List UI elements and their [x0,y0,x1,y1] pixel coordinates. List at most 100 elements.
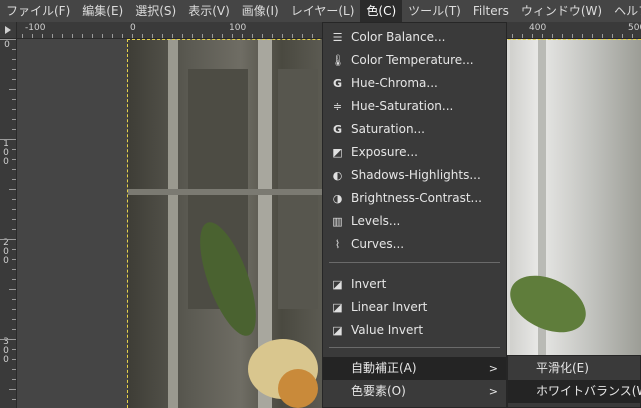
hruler-label: -100 [25,23,46,33]
menu-item-label: Invert [351,277,387,291]
ruler-tick [42,34,43,38]
ruler-tick [542,34,543,38]
menu-tools[interactable]: ツール(T) [402,0,467,22]
ruler-tick [262,34,263,38]
flower-center [278,369,318,408]
ruler-tick [9,289,16,290]
vruler-label: 100 [3,139,9,167]
menu-item-label: Value Invert [351,323,424,337]
hruler-label: 0 [130,23,136,33]
ruler-tick [12,129,16,130]
ruler-tick [9,389,16,390]
menu-item-levels[interactable]: ▥ Levels... [323,210,506,233]
ruler-tick [622,34,623,38]
ruler-tick [632,34,633,38]
ruler-tick [212,34,213,38]
ruler-tick [12,309,16,310]
ruler-tick [22,34,23,38]
menu-filters[interactable]: Filters [467,0,515,22]
menu-item-label: Levels... [351,214,401,228]
menu-image[interactable]: 画像(I) [236,0,285,22]
ruler-tick [572,34,573,38]
ruler-tick [12,379,16,380]
ruler-tick [12,279,16,280]
menu-item-label: Color Balance... [351,30,446,44]
auto-submenu: 平滑化(E) ホワイトバランス(W) [507,355,641,408]
menu-item-value-invert[interactable]: ◪ Value Invert [323,319,506,342]
submenu-item-white-balance[interactable]: ホワイトバランス(W) [508,380,641,403]
ruler-tick [292,34,293,38]
ruler-tick [172,34,173,38]
menu-item-label: Curves... [351,237,405,251]
ruler-tick [102,34,103,38]
ruler-tick [9,89,16,90]
ruler-tick [282,34,283,38]
menu-item-curves[interactable]: ⌇ Curves... [323,233,506,256]
brightness-contrast-icon: ◑ [332,192,343,205]
menu-layer[interactable]: レイヤー(L) [285,0,361,22]
ruler-tick [12,109,16,110]
menu-item-saturation[interactable]: G Saturation... [323,118,506,141]
ruler-tick [112,34,113,38]
menu-item-brightness-contrast[interactable]: ◑ Brightness-Contrast... [323,187,506,210]
ruler-tick [62,34,63,38]
menu-item-hue-chroma[interactable]: G Hue-Chroma... [323,72,506,95]
hruler-label: 500 [628,23,641,33]
menu-select[interactable]: 選択(S) [129,0,182,22]
hruler-label: 400 [529,23,547,33]
menu-item-invert[interactable]: ◪ Invert [323,273,506,296]
menu-item-label: 色要素(O) [351,384,406,398]
ruler-tick [122,34,123,38]
menu-item-label: 自動補正(A) [351,361,417,375]
menu-separator [329,347,500,348]
menu-item-label: Exposure... [351,145,418,159]
menu-windows[interactable]: ウィンドウ(W) [515,0,608,22]
ruler-tick [32,34,33,38]
menu-edit[interactable]: 編集(E) [76,0,129,22]
submenu-item-equalize[interactable]: 平滑化(E) [508,357,640,380]
canvas-boundary-left [127,39,128,408]
ruler-tick [192,34,193,38]
menu-help[interactable]: ヘルプ(H) [608,0,641,22]
hruler-label: 100 [229,23,247,33]
menu-view[interactable]: 表示(V) [182,0,236,22]
menu-item-shadows-highlights[interactable]: ◐ Shadows-Highlights... [323,164,506,187]
ruler-tick [132,34,133,38]
ruler-tick [72,34,73,38]
ruler-tick [582,34,583,38]
ruler-tick [12,319,16,320]
window-frame [538,39,546,408]
menu-item-components[interactable]: 色要素(O) > [323,380,506,403]
menu-item-hue-saturation[interactable]: ≑ Hue-Saturation... [323,95,506,118]
menu-item-color-balance[interactable]: ☰ Color Balance... [323,26,506,49]
ruler-tick [12,299,16,300]
ruler-tick [532,34,533,38]
ruler-tick [12,209,16,210]
ruler-tick [252,34,253,38]
menu-colors[interactable]: 色(C) [360,0,403,22]
menu-item-auto[interactable]: 自動補正(A) > [323,357,506,380]
window-frame [168,39,178,408]
vruler-label: 0 [4,40,10,50]
menu-item-exposure[interactable]: ◩ Exposure... [323,141,506,164]
colors-dropdown-menu: ☰ Color Balance... 🌡 Color Temperature..… [322,22,507,408]
ruler-tick [512,34,513,38]
menu-file[interactable]: ファイル(F) [0,0,76,22]
hue-saturation-icon: ≑ [332,100,343,113]
menu-separator [329,262,500,263]
ruler-tick [12,59,16,60]
saturation-icon: G [332,123,343,136]
ruler-tick [142,34,143,38]
menu-item-linear-invert[interactable]: ◪ Linear Invert [323,296,506,319]
ruler-tick [12,229,16,230]
exposure-icon: ◩ [332,146,343,159]
invert-icon: ◪ [332,278,343,291]
menu-item-label: Saturation... [351,122,425,136]
menu-item-color-temperature[interactable]: 🌡 Color Temperature... [323,49,506,72]
chevron-right-icon: > [488,362,498,375]
linear-invert-icon: ◪ [332,301,343,314]
ruler-tick [592,34,593,38]
ruler-corner-button[interactable] [0,22,17,39]
ruler-tick [12,159,16,160]
vertical-ruler[interactable]: 0 100 200 300 [0,39,17,408]
